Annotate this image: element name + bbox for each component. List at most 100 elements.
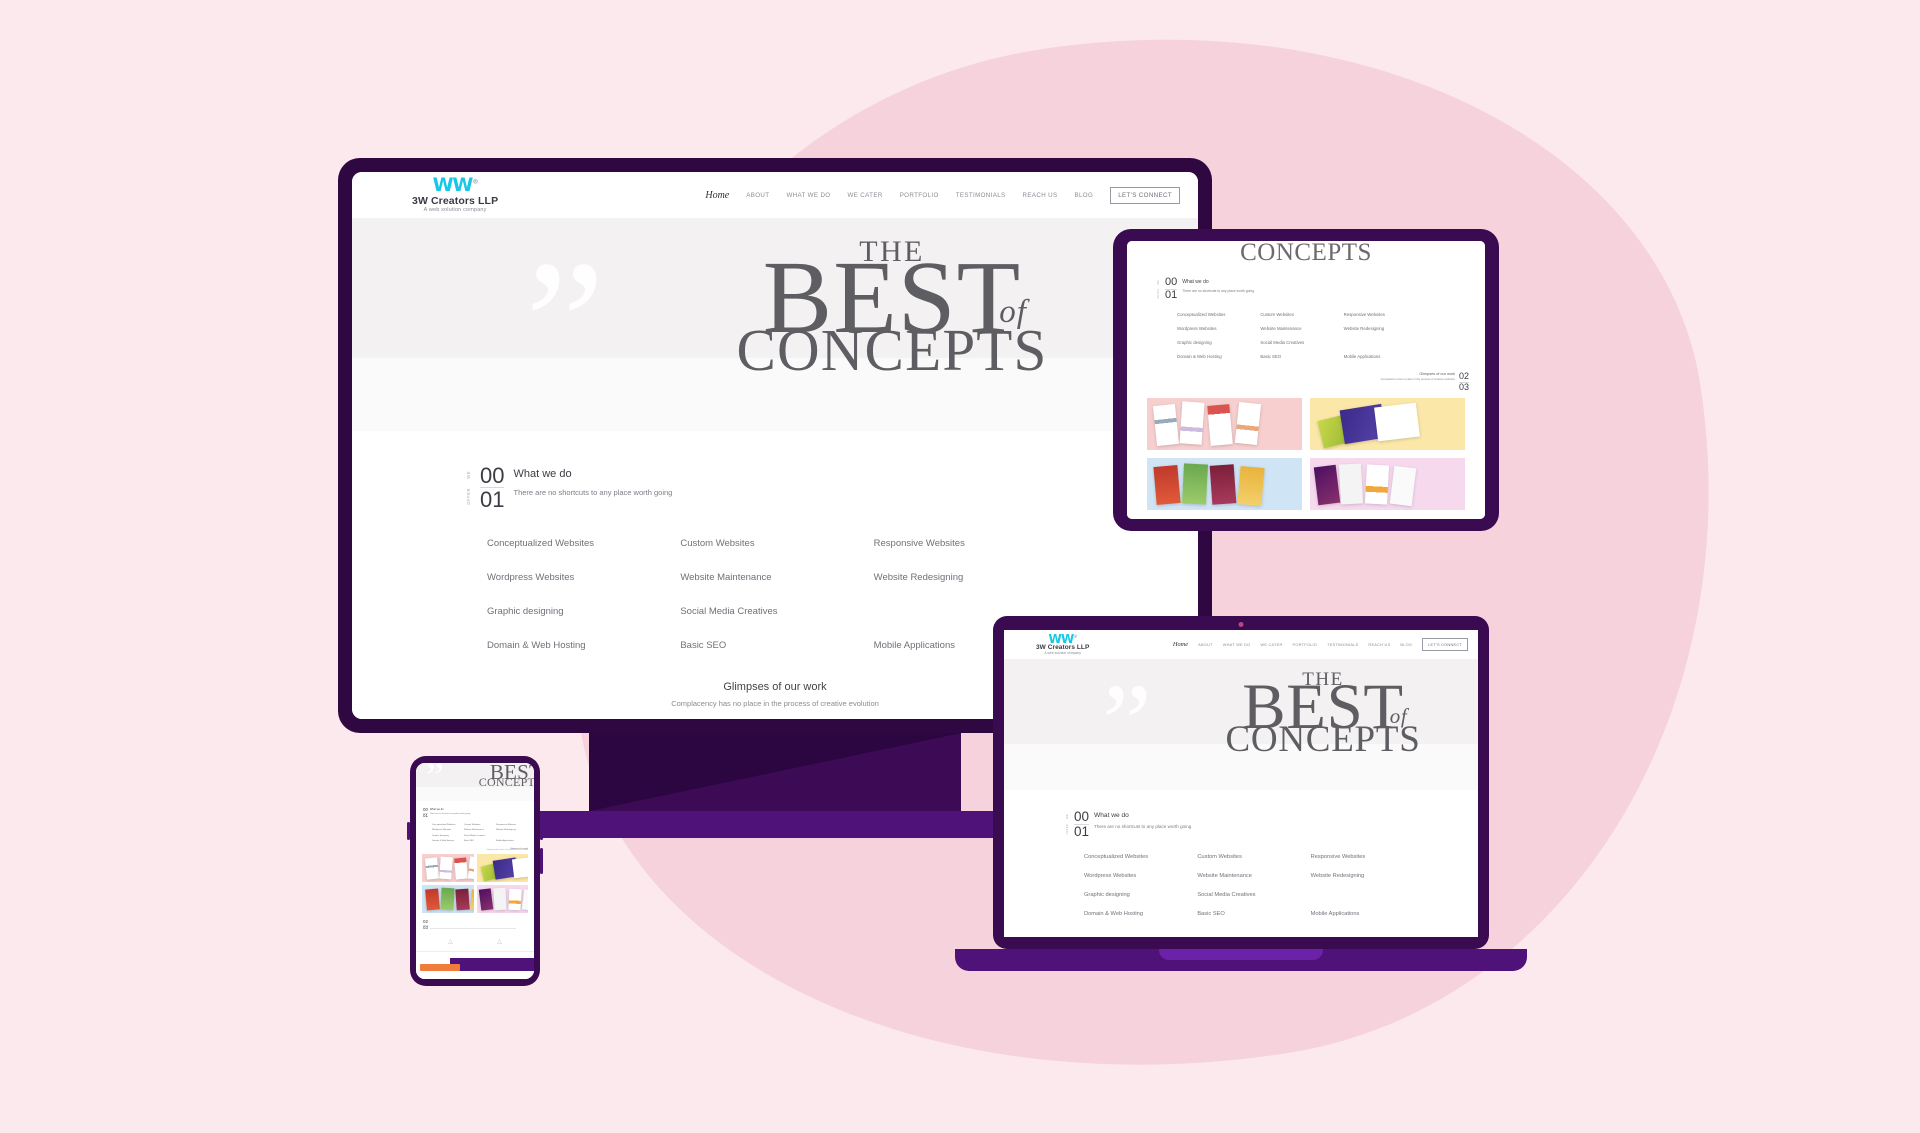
section-vertical-label-offer: OFFER (1066, 824, 1069, 835)
phone-screen: ” BEST CONCEPTS 00 01 What we do (416, 763, 534, 979)
work-tile-brochure-collection[interactable] (422, 854, 474, 883)
phone-volume-up-button[interactable] (540, 814, 543, 840)
phone-volume-down-button[interactable] (540, 848, 543, 874)
service-item[interactable]: Custom Websites (1260, 312, 1343, 317)
service-item[interactable]: Custom Websites (680, 538, 873, 549)
work-tile-yellow-flyer-set[interactable] (1310, 397, 1465, 450)
section-number-bottom: 01 (1165, 288, 1178, 301)
service-item[interactable]: Website Redesigning (874, 572, 1067, 583)
services-grid-mobile: Conceptualized Websites Custom Websites … (432, 824, 528, 843)
service-item[interactable]: Graphic designing (487, 606, 680, 617)
nav-item-home[interactable]: Home (705, 190, 729, 201)
service-item[interactable]: Conceptualized Websites (1084, 854, 1197, 860)
cater-item[interactable]: △ (426, 938, 475, 947)
service-item[interactable]: Responsive Websites (1311, 854, 1424, 860)
services-grid-laptop: Conceptualized Websites Custom Websites … (1084, 854, 1424, 917)
nav-item-portfolio[interactable]: PORTFOLIO (1293, 642, 1318, 647)
work-tile-event-cards[interactable] (1310, 457, 1465, 510)
nav-item-portfolio[interactable]: PORTFOLIO (900, 192, 939, 199)
quote-mark-decoration: ” (1102, 662, 1152, 786)
service-item[interactable]: Wordpress Websites (432, 829, 464, 831)
service-item[interactable]: Graphic designing (1084, 892, 1197, 898)
service-item[interactable]: Mobile Applications (496, 840, 528, 842)
service-item[interactable]: Website Maintenance (1197, 873, 1310, 879)
phone-bezel: ” BEST CONCEPTS 00 01 What we do (410, 756, 540, 986)
service-item[interactable]: Custom Websites (464, 824, 496, 826)
hero-line-of: of (999, 293, 1027, 330)
service-item[interactable]: Website Maintenance (1260, 326, 1343, 331)
lets-connect-button[interactable]: LET'S CONNECT (1422, 638, 1468, 651)
service-item[interactable]: Graphic designing (1177, 340, 1260, 345)
service-item[interactable]: Wordpress Websites (1177, 326, 1260, 331)
brand-tagline: A web solution company (1044, 651, 1081, 656)
service-item[interactable]: Website Maintenance (464, 829, 496, 831)
phone-power-button[interactable] (407, 822, 410, 840)
service-item[interactable]: Domain & Web Hosting (1177, 354, 1260, 359)
section-counter-desktop: 00 01 (480, 464, 505, 513)
work-tile-food-packaging[interactable] (1147, 457, 1302, 510)
cater-item[interactable]: △ (475, 938, 524, 947)
service-item[interactable]: Wordpress Websites (487, 572, 680, 583)
nav-item-reach-us[interactable]: REACH US (1368, 642, 1390, 647)
hero-section-laptop: ” THE BEST of CONCEPTS (1004, 659, 1478, 790)
service-item[interactable]: Basic SEO (680, 640, 873, 651)
service-item[interactable]: Wordpress Websites (1084, 873, 1197, 879)
service-item[interactable]: Conceptualized Websites (432, 824, 464, 826)
service-item[interactable]: Domain & Web Hosting (432, 840, 464, 842)
nav-item-blog[interactable]: BLOG (1075, 192, 1094, 199)
nav-item-testimonials[interactable]: TESTIMONIALS (1327, 642, 1358, 647)
nav-item-reach-us[interactable]: REACH US (1023, 192, 1058, 199)
webcam-icon (1238, 622, 1244, 627)
nav-item-blog[interactable]: BLOG (1400, 642, 1412, 647)
service-item[interactable]: Website Redesigning (1344, 326, 1427, 331)
service-item[interactable]: Basic SEO (1197, 911, 1310, 917)
service-item[interactable]: Basic SEO (1260, 354, 1343, 359)
work-tile-yellow-flyer-set[interactable] (476, 854, 528, 883)
section-title-what-we-do: What we do (429, 808, 444, 811)
brand-logo-laptop[interactable]: WW® 3W Creators LLP A web solution compa… (1036, 633, 1089, 656)
service-item[interactable]: Conceptualized Websites (1177, 312, 1260, 317)
service-item[interactable]: Custom Websites (1197, 854, 1310, 860)
work-tile-food-packaging[interactable] (422, 885, 474, 914)
brand-mark-icon: WW® (432, 174, 479, 197)
service-item[interactable]: Domain & Web Hosting (1084, 911, 1197, 917)
nav-item-home[interactable]: Home (1173, 641, 1188, 648)
service-item[interactable]: Conceptualized Websites (487, 538, 680, 549)
footer-cta-button[interactable] (420, 964, 460, 971)
section-number-bottom: 01 (480, 487, 505, 513)
nav-item-about[interactable]: ABOUT (1198, 642, 1213, 647)
service-item[interactable]: Responsive Websites (874, 538, 1067, 549)
brand-logo-desktop[interactable]: WW® 3W Creators LLP A web solution compa… (412, 174, 498, 213)
nav-item-testimonials[interactable]: TESTIMONIALS (956, 192, 1006, 199)
website-mobile: ” BEST CONCEPTS 00 01 What we do (416, 763, 534, 979)
glimpses-counter-tablet: 02 03 (1458, 371, 1469, 392)
nav-item-we-cater[interactable]: WE CATER (848, 192, 883, 199)
section-counter-laptop: 00 01 (1074, 809, 1090, 839)
service-item[interactable]: Social Media Creatives (1197, 892, 1310, 898)
nav-item-what-we-do[interactable]: WHAT WE DO (1223, 642, 1251, 647)
service-item[interactable]: Website Maintenance (680, 572, 873, 583)
work-tile-event-cards[interactable] (476, 885, 528, 914)
nav-item-what-we-do[interactable]: WHAT WE DO (786, 192, 830, 199)
what-we-do-header-laptop: WE OFFER 00 01 What we do There are no s… (1066, 809, 1478, 839)
glimpses-number-bottom: 03 (1458, 381, 1469, 392)
nav-item-we-cater[interactable]: WE CATER (1260, 642, 1282, 647)
service-item[interactable]: Social Media Creatives (680, 606, 873, 617)
service-item[interactable]: Mobile Applications (1344, 354, 1427, 359)
service-item-empty (1311, 892, 1424, 898)
service-item[interactable]: Responsive Websites (496, 824, 528, 826)
service-item[interactable]: Website Redesigning (1311, 873, 1424, 879)
mockup-stage: WW® 3W Creators LLP A web solution compa… (0, 0, 1920, 1133)
service-item[interactable]: Domain & Web Hosting (487, 640, 680, 651)
nav-item-about[interactable]: ABOUT (746, 192, 769, 199)
service-item[interactable]: Website Redesigning (496, 829, 528, 831)
section-subtitle-what-we-do: There are no shortcuts to any place wort… (513, 488, 673, 497)
service-item[interactable]: Mobile Applications (1311, 911, 1424, 917)
service-item[interactable]: Social Media Creatives (1260, 340, 1343, 345)
lets-connect-button[interactable]: LET'S CONNECT (1110, 186, 1180, 204)
service-item[interactable]: Basic SEO (464, 840, 496, 842)
service-item[interactable]: Graphic designing (432, 835, 464, 837)
work-tile-brochure-collection[interactable] (1147, 397, 1302, 450)
service-item[interactable]: Social Media Creatives (464, 835, 496, 837)
service-item[interactable]: Responsive Websites (1344, 312, 1427, 317)
